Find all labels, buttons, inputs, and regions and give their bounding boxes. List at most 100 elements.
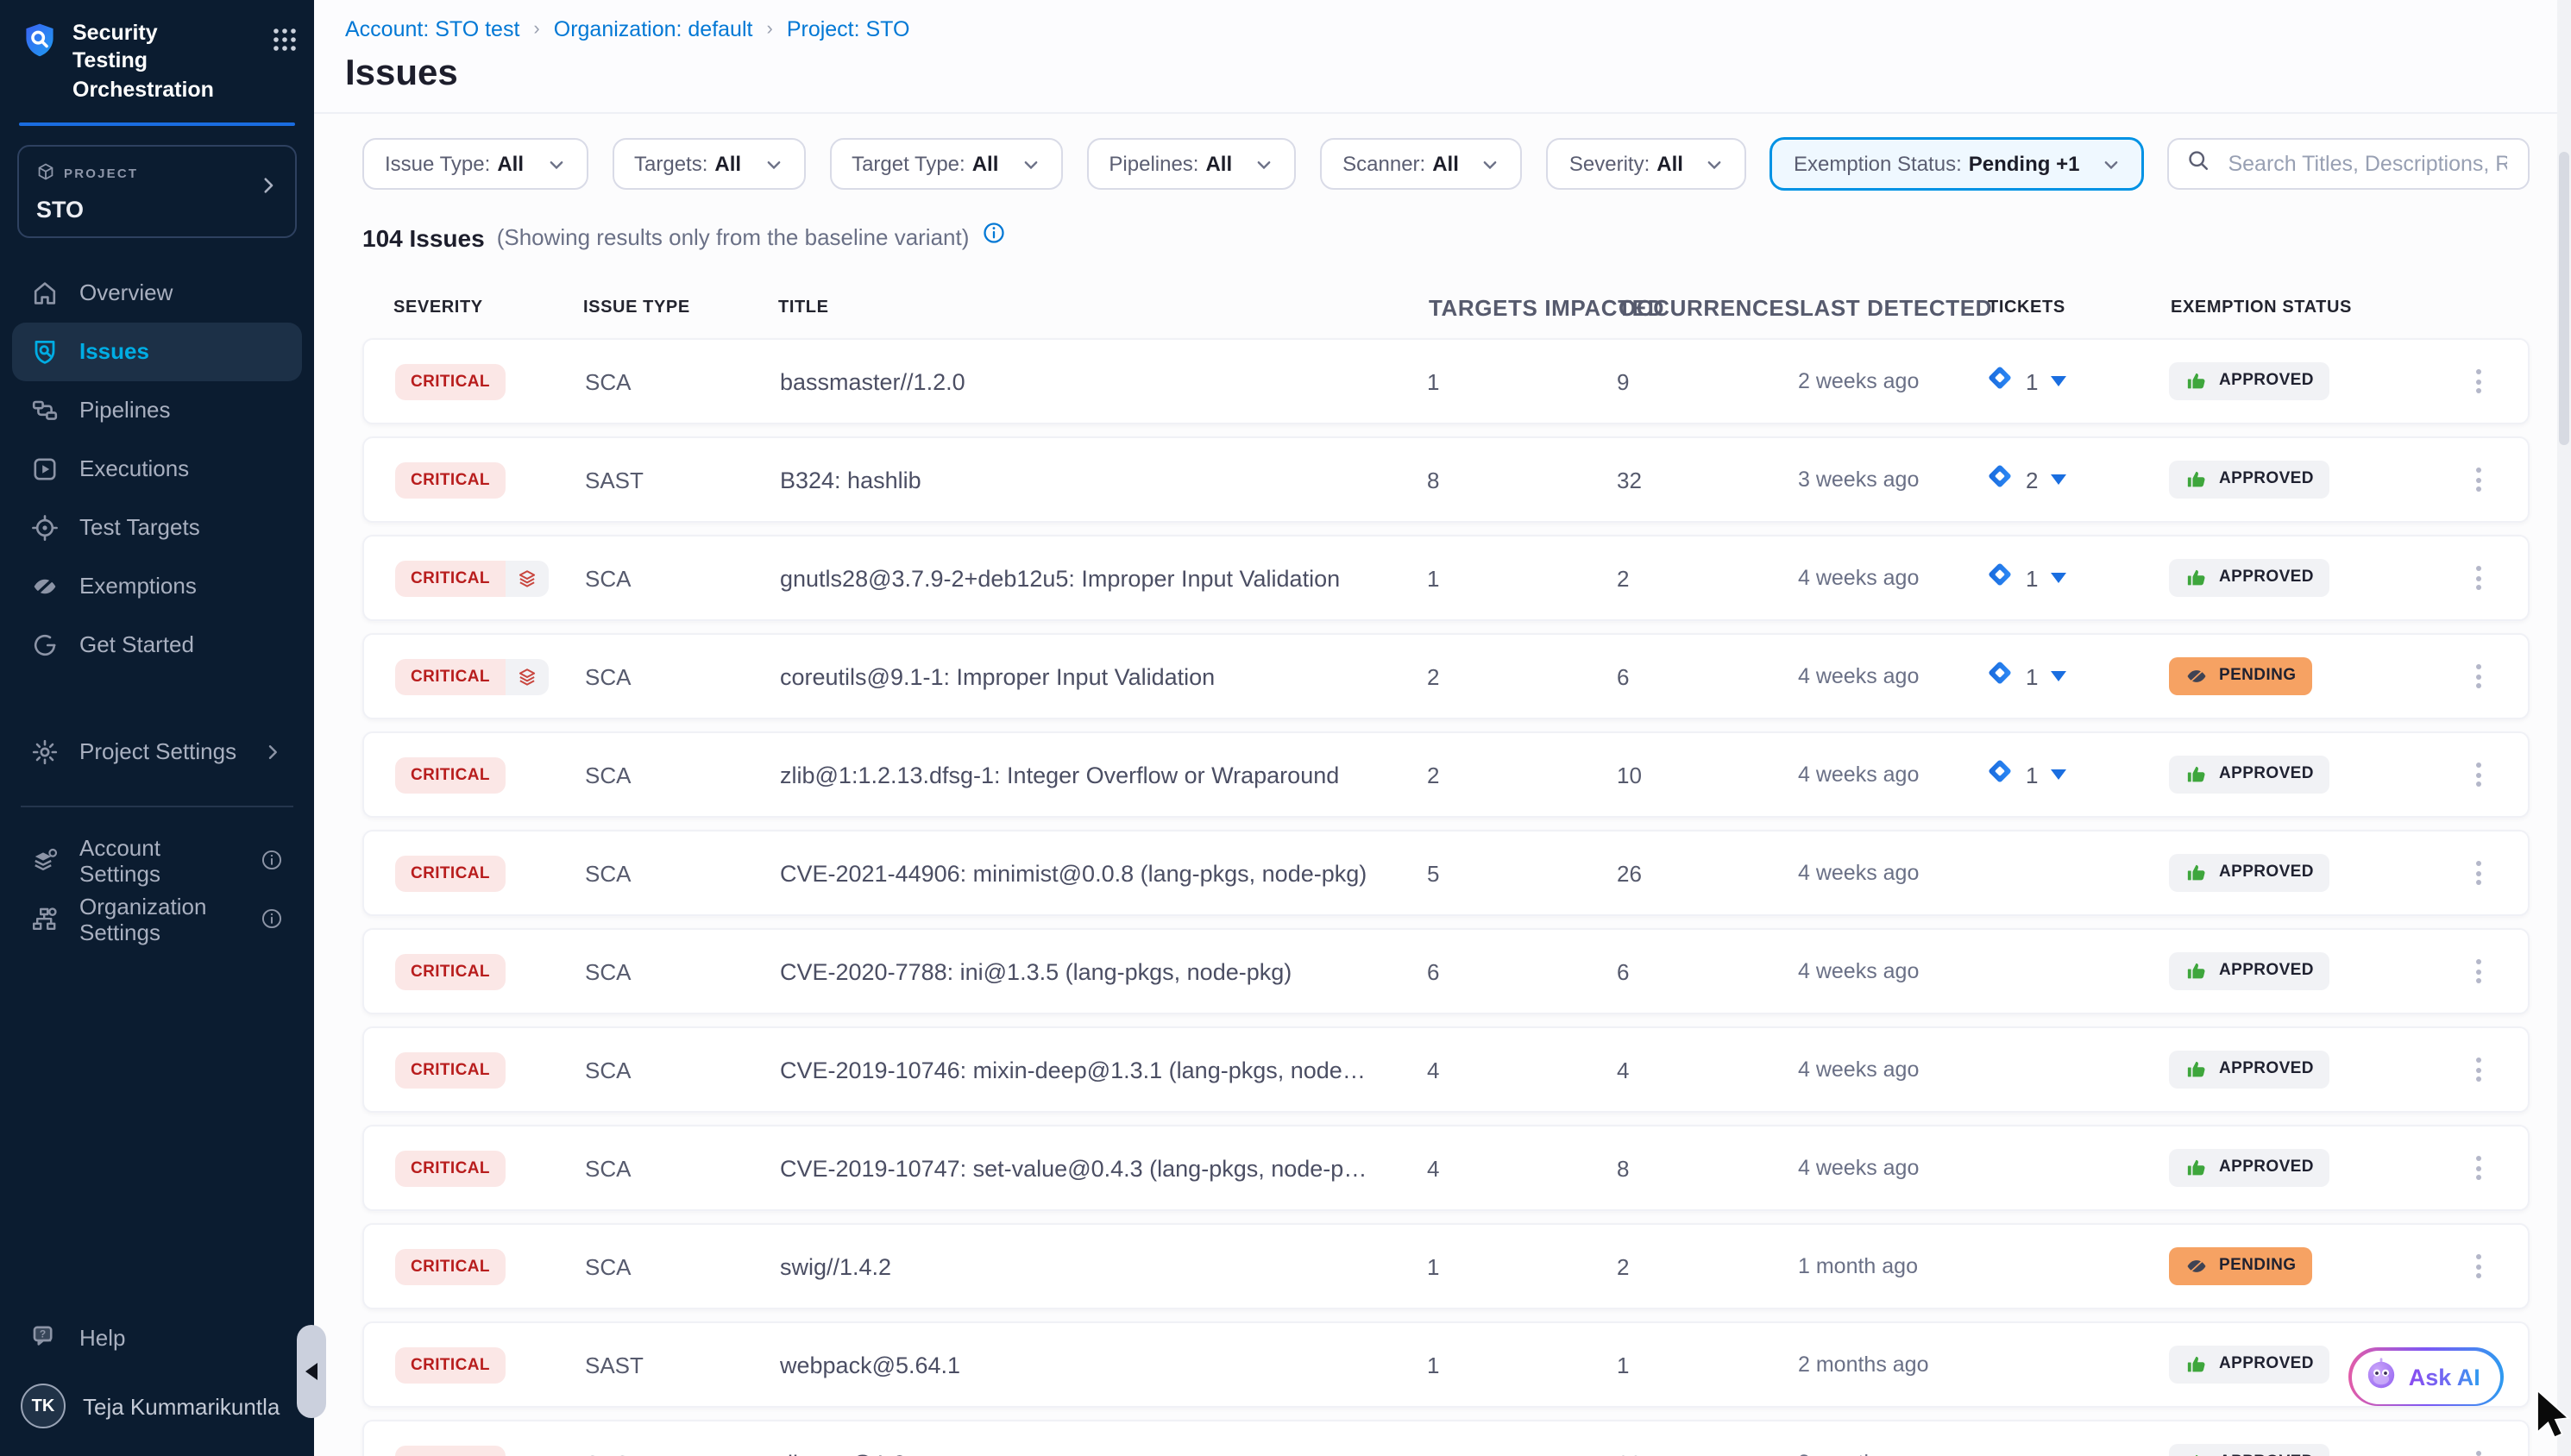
- chevron-down-icon: [2102, 154, 2121, 173]
- chevron-down-icon: [764, 154, 783, 173]
- search-icon: [2186, 147, 2210, 180]
- issue-title: CVE-2020-7788: ini@1.3.5 (lang-pkgs, nod…: [780, 958, 1389, 984]
- exemption-status-badge: APPROVED: [2169, 460, 2329, 498]
- issue-title: django@1.2: [780, 1450, 1389, 1456]
- user-menu[interactable]: TK Teja Kummarikuntla: [0, 1366, 314, 1456]
- exemption-status-badge: PENDING: [2169, 1246, 2311, 1284]
- tickets-cell[interactable]: 1: [1958, 756, 2148, 793]
- table-row[interactable]: CRITICAL SCA CVE-2021-44906: minimist@0.…: [362, 830, 2530, 916]
- row-menu-button[interactable]: [2442, 537, 2514, 619]
- help-chat-icon: ?: [31, 1323, 59, 1351]
- ticket-count: 2: [2026, 467, 2038, 493]
- scrollbar[interactable]: [2557, 0, 2571, 1456]
- sidebar-item-executions[interactable]: Executions: [12, 440, 302, 499]
- sidebar-item-exemptions[interactable]: Exemptions: [12, 557, 302, 616]
- filter-scanner[interactable]: Scanner:All: [1320, 138, 1523, 190]
- row-menu-button[interactable]: [2442, 1421, 2514, 1456]
- ticket-count: 1: [2026, 663, 2038, 689]
- info-icon[interactable]: [981, 221, 1005, 254]
- occurrences: 1: [1579, 1352, 1760, 1378]
- row-menu-button[interactable]: [2442, 1028, 2514, 1111]
- table-row[interactable]: CRITICAL SCA swig//1.4.2 1 2 1 month ago…: [362, 1223, 2530, 1309]
- sidebar-item-overview[interactable]: Overview: [12, 264, 302, 323]
- sidebar-item-project-settings[interactable]: Project Settings: [12, 723, 302, 781]
- row-menu-button[interactable]: [2442, 1127, 2514, 1209]
- issue-type: SCA: [585, 1253, 780, 1279]
- filter-pipelines[interactable]: Pipelines:All: [1086, 138, 1296, 190]
- caret-down-icon[interactable]: [2050, 661, 2067, 692]
- jira-icon: [1986, 560, 2014, 596]
- module-grid-icon[interactable]: [273, 28, 297, 60]
- caret-down-icon[interactable]: [2050, 759, 2067, 790]
- baseline-note: (Showing results only from the baseline …: [497, 224, 970, 250]
- tickets-cell[interactable]: 2: [1958, 461, 2148, 498]
- filter-target-type[interactable]: Target Type:All: [829, 138, 1062, 190]
- issue-type: SCA: [585, 958, 780, 984]
- occurrences: 2: [1579, 1253, 1760, 1279]
- filter-exemption-status[interactable]: Exemption Status:Pending +1: [1771, 138, 2144, 190]
- tickets-cell[interactable]: 1: [1958, 363, 2148, 399]
- row-menu-button[interactable]: [2442, 635, 2514, 718]
- sidebar-item-organization-settings[interactable]: Organization Settings: [12, 890, 302, 949]
- table-row[interactable]: CRITICAL SCA bassmaster//1.2.0 1 9 2 wee…: [362, 338, 2530, 424]
- ticket-count: 1: [2026, 368, 2038, 394]
- sidebar-item-help[interactable]: ? Help: [12, 1308, 302, 1366]
- occurrences: 22: [1579, 1450, 1760, 1456]
- filter-targets[interactable]: Targets:All: [612, 138, 805, 190]
- col-title: TITLE: [778, 298, 1391, 317]
- caret-down-icon[interactable]: [2050, 366, 2067, 397]
- sidebar-item-test-targets[interactable]: Test Targets: [12, 499, 302, 557]
- search-input[interactable]: [2224, 150, 2511, 178]
- row-menu-button[interactable]: [2442, 733, 2514, 816]
- project-name: STO: [36, 197, 138, 223]
- issue-title: B324: hashlib: [780, 467, 1389, 493]
- caret-down-icon[interactable]: [2050, 562, 2067, 593]
- filter-severity[interactable]: Severity:All: [1547, 138, 1747, 190]
- row-menu-button[interactable]: [2442, 340, 2514, 423]
- exemption-status-badge: APPROVED: [2169, 755, 2329, 793]
- row-menu-button[interactable]: [2442, 438, 2514, 521]
- tickets-cell[interactable]: 1: [1958, 658, 2148, 694]
- ask-ai-button[interactable]: Ask AI: [2349, 1347, 2504, 1406]
- last-detected: 1 month ago: [1760, 1254, 1958, 1278]
- issue-type: SAST: [585, 1352, 780, 1378]
- sidebar-item-get-started[interactable]: Get Started: [12, 616, 302, 675]
- col-targets-impacted: TARGETS IMPACTED: [1391, 295, 1581, 321]
- tickets-cell[interactable]: 1: [1958, 560, 2148, 596]
- cube-icon: [36, 159, 55, 190]
- table-row[interactable]: CRITICAL SCA zlib@1:1.2.13.dfsg-1: Integ…: [362, 731, 2530, 818]
- table-row[interactable]: CRITICAL SCA CVE-2019-10747: set-value@0…: [362, 1125, 2530, 1211]
- thumbs-up-icon: [2184, 565, 2209, 589]
- severity-badge: CRITICAL: [395, 1445, 506, 1456]
- caret-down-icon[interactable]: [2050, 464, 2067, 495]
- row-menu-button[interactable]: [2442, 832, 2514, 914]
- breadcrumb-org-link[interactable]: Organization: default: [554, 17, 753, 41]
- severity-badge: CRITICAL: [395, 363, 506, 399]
- issue-title: coreutils@9.1-1: Improper Input Validati…: [780, 663, 1389, 689]
- project-selector[interactable]: PROJECT STO: [17, 145, 297, 238]
- table-row[interactable]: CRITICAL SAST webpack@5.64.1 1 1 2 month…: [362, 1321, 2530, 1408]
- exemption-status-badge: APPROVED: [2169, 1148, 2329, 1186]
- sidebar-item-account-settings[interactable]: Account Settings: [12, 832, 302, 890]
- breadcrumb-project-link[interactable]: Project: STO: [787, 17, 910, 41]
- exemption-status-badge: APPROVED: [2169, 951, 2329, 989]
- table-row[interactable]: CRITICAL SCA coreutils@9.1-1: Improper I…: [362, 633, 2530, 719]
- main-content: Account: STO test › Organization: defaul…: [314, 0, 2571, 1456]
- table-row[interactable]: CRITICAL SCA gnutls28@3.7.9-2+deb12u5: I…: [362, 535, 2530, 621]
- sidebar-item-pipelines[interactable]: Pipelines: [12, 381, 302, 440]
- filter-issue-type[interactable]: Issue Type:All: [362, 138, 588, 190]
- sidebar-collapse-button[interactable]: [297, 1325, 326, 1418]
- pipelines-icon: [31, 397, 59, 424]
- targets-impacted: 8: [1389, 467, 1579, 493]
- scrollbar-thumb[interactable]: [2559, 152, 2569, 445]
- table-row[interactable]: CRITICAL SAST B324: hashlib 8 32 3 weeks…: [362, 436, 2530, 523]
- issue-type: SCA: [585, 368, 780, 394]
- row-menu-button[interactable]: [2442, 1225, 2514, 1308]
- table-row[interactable]: CRITICAL SCA CVE-2019-10746: mixin-deep@…: [362, 1026, 2530, 1113]
- breadcrumb-account-link[interactable]: Account: STO test: [345, 17, 519, 41]
- row-menu-button[interactable]: [2442, 930, 2514, 1013]
- layers-gear-icon: [31, 847, 59, 875]
- table-row[interactable]: CRITICAL SAST django@1.2 1 22 2 months a…: [362, 1420, 2530, 1456]
- sidebar-item-issues[interactable]: Issues: [12, 323, 302, 381]
- table-row[interactable]: CRITICAL SCA CVE-2020-7788: ini@1.3.5 (l…: [362, 928, 2530, 1014]
